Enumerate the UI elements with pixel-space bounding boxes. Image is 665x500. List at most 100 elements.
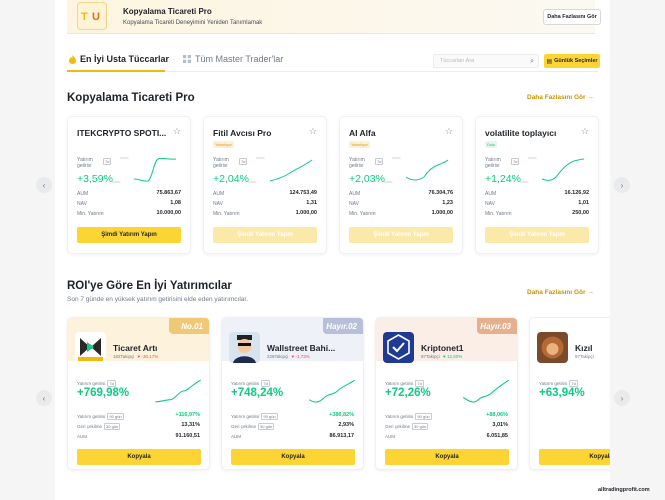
- nav-value: 1,31: [306, 200, 317, 206]
- pnl-value: +88,06%: [486, 412, 508, 418]
- heart-icon: ♥: [137, 354, 141, 359]
- promo-banner: T U Kopyalama Ticareti Pro Kopyalama Tic…: [67, 0, 601, 34]
- top-roi-trader-card[interactable]: Kızıl 97Takipçi Yatırım getirisi 7d +63,…: [529, 317, 610, 470]
- section-copy-trading-pro-more-link[interactable]: Daha Fazlasını Gör →: [527, 94, 594, 101]
- invest-now-button[interactable]: Şimdi Yatırım Yapın: [485, 227, 589, 243]
- kriptonet-logo-icon: [387, 334, 410, 360]
- aum-value: 124.753,49: [289, 190, 317, 196]
- copy-pro-card[interactable]: AI Alfa ☆ Yatırılıyor Yatırım getirisi 7…: [339, 116, 463, 254]
- daily-picks-button[interactable]: ▤ Günlük Seçimler: [544, 54, 600, 68]
- carousel-prev-arrow-1[interactable]: ‹: [36, 177, 52, 193]
- nav-label: NAV: [349, 201, 359, 207]
- top-roi-trader-card[interactable]: Hayır.03 Kriptonet1 97Takipçi ♥ 12,60% Y…: [375, 317, 518, 470]
- roi-label-line2: getirisi: [213, 163, 228, 169]
- aum-label: AUM: [213, 191, 225, 197]
- followers-row: 97Takipçi: [575, 354, 594, 359]
- star-icon[interactable]: ☆: [581, 126, 589, 137]
- drawdown-value: 13,31%: [181, 422, 200, 428]
- trader-search-input[interactable]: Tüccarları Ara ⌕: [433, 54, 539, 68]
- roi-label-row: Yatırım getirisi 7d: [231, 380, 270, 387]
- logo-letter-u: U: [92, 11, 100, 23]
- trader-name[interactable]: Kızıl: [575, 343, 610, 353]
- trader-name[interactable]: AI Alfa: [349, 128, 444, 138]
- invest-now-button[interactable]: Şimdi Yatırım Yapın: [213, 227, 317, 243]
- chart-tick-high: 0,00%: [120, 156, 129, 160]
- nav-value: 1,08: [170, 200, 181, 206]
- animal-avatar-icon: [541, 336, 564, 359]
- pnl-value: +116,97%: [175, 412, 200, 418]
- roi-label-row: Yatırım getirisi 7d: [77, 380, 116, 387]
- top-roi-trader-card[interactable]: Hayır.02 Wallstreet Bahi... 226Takipçi ♥…: [221, 317, 364, 470]
- aum-label: AUM: [231, 434, 241, 439]
- chevron-left-icon: ‹: [42, 180, 46, 190]
- trader-name[interactable]: ITEKCRYPTO SPOTI...: [77, 128, 172, 138]
- copy-pro-card[interactable]: volatilite toplayıcı ☆ Dolu Yatırım geti…: [475, 116, 599, 254]
- aum-label: AUM: [349, 191, 361, 197]
- logo-letter-t: T: [81, 11, 88, 23]
- status-badge: Yatırılıyor: [349, 141, 370, 148]
- roi-value: +2,03%: [349, 173, 385, 185]
- banner-subtitle: Kopyalama Ticareti Deneyimini Yeniden Ta…: [123, 20, 263, 26]
- copy-button[interactable]: Kopyala: [77, 449, 201, 465]
- chart-tick-low: 0,00%: [520, 180, 529, 184]
- star-icon[interactable]: ☆: [445, 126, 453, 137]
- period-tag: 7d: [375, 158, 384, 165]
- roi-sparkline: [133, 157, 177, 182]
- chart-tick-low: 0,00%: [112, 180, 121, 184]
- copy-button[interactable]: Kopyala: [539, 449, 610, 465]
- section-copy-trading-pro-title: Kopyalama Ticareti Pro: [67, 92, 195, 104]
- tab-all-master-traders[interactable]: Tüm Master Trader'lar: [183, 54, 283, 64]
- filter-icon: ▤: [546, 58, 553, 65]
- trader-name[interactable]: Ticaret Artı: [113, 343, 193, 353]
- follower-count: 97Takipçi: [421, 354, 440, 359]
- copy-pro-card[interactable]: ITEKCRYPTO SPOTI... ☆ Yatırım getirisi 7…: [67, 116, 191, 254]
- followers-row: 182Takipçi ♥ -30,17%: [113, 354, 158, 359]
- aum-value: 6.051,85: [486, 433, 508, 439]
- tab-top-master-traders[interactable]: En İyi Usta Tüccarlar: [69, 54, 169, 64]
- carousel-prev-arrow-2[interactable]: ‹: [36, 390, 52, 406]
- star-icon[interactable]: ☆: [309, 126, 317, 137]
- copy-button[interactable]: Kopyala: [231, 449, 355, 465]
- rank-label: No.01: [181, 322, 203, 331]
- daily-picks-label: Günlük Seçimler: [554, 58, 598, 64]
- period-tag: 7d: [415, 380, 424, 387]
- roi-sparkline: [405, 159, 449, 181]
- period-tag: 7d: [261, 380, 270, 387]
- trader-name[interactable]: Kriptonet1: [421, 343, 501, 353]
- trader-name[interactable]: volatilite toplayıcı: [485, 128, 580, 138]
- roi-sparkline: [541, 158, 585, 181]
- section-top-roi-more-link[interactable]: Daha Fazlasını Gör →: [527, 289, 594, 296]
- min-investment-label: Min. Yatırım: [349, 211, 376, 217]
- followers-row: 226Takipçi ♥ -1,73%: [267, 354, 310, 359]
- copy-trading-logo: T U: [77, 2, 107, 30]
- roi-value: +748,24%: [231, 387, 284, 399]
- follower-change: -1,73%: [295, 354, 310, 359]
- carousel-next-arrow-2[interactable]: ›: [614, 390, 630, 406]
- period-tag: 30 gün: [104, 423, 121, 430]
- star-icon[interactable]: ☆: [173, 126, 181, 137]
- pnl-label-row: Yatırım getirisi 90 gün: [231, 413, 278, 420]
- aum-value: 75.863,67: [156, 190, 181, 196]
- copy-button[interactable]: Kopyala: [385, 449, 509, 465]
- nav-value: 1,01: [578, 200, 589, 206]
- roi-value: +72,26%: [385, 387, 431, 399]
- follower-count: 182Takipçi: [113, 354, 135, 359]
- follower-change: -30,17%: [141, 354, 159, 359]
- trader-name[interactable]: Fitil Avcısı Pro: [213, 128, 308, 138]
- roi-sparkline: [462, 379, 510, 403]
- carousel-next-arrow-1[interactable]: ›: [614, 177, 630, 193]
- roi-label: Yatırım getirisi: [231, 381, 260, 386]
- copy-pro-card[interactable]: Fitil Avcısı Pro ☆ Yatırılıyor Yatırım g…: [203, 116, 327, 254]
- banner-see-more-button[interactable]: Daha Fazlasını Gör: [543, 9, 601, 25]
- roi-label: Yatırım getirisi: [539, 381, 568, 386]
- grid-icon: [183, 55, 191, 63]
- status-badge: Yatırılıyor: [213, 141, 234, 148]
- min-investment-value: 10.000,00: [156, 210, 181, 216]
- aum-label: AUM: [77, 191, 89, 197]
- rank-label: Hayır.02: [326, 322, 357, 331]
- invest-now-button[interactable]: Şimdi Yatırım Yapın: [349, 227, 453, 243]
- invest-now-button[interactable]: Şimdi Yatırım Yapın: [77, 227, 181, 243]
- top-roi-trader-card[interactable]: No.01 Ticaret Artı 182Takipçi ♥ -30,17% …: [67, 317, 210, 470]
- trader-name[interactable]: Wallstreet Bahi...: [267, 343, 347, 353]
- period-tag: 90 gün: [415, 413, 432, 420]
